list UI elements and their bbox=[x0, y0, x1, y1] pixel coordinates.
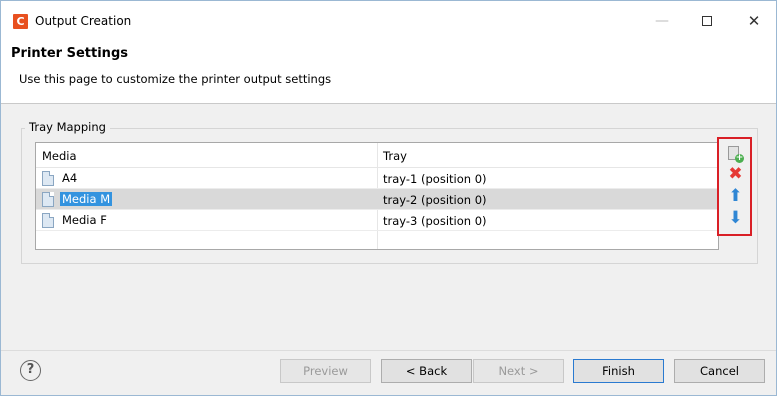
column-header-tray[interactable]: Tray bbox=[383, 149, 407, 163]
title-bar: C Output Creation — ✕ bbox=[1, 1, 776, 41]
minimize-button[interactable]: — bbox=[647, 11, 677, 31]
media-cell: Media M bbox=[60, 192, 113, 206]
maximize-icon bbox=[702, 16, 712, 26]
media-file-icon bbox=[42, 213, 54, 228]
tray-cell: tray-1 (position 0) bbox=[383, 172, 487, 186]
close-button[interactable]: ✕ bbox=[739, 11, 769, 31]
maximize-button[interactable] bbox=[692, 11, 722, 31]
table-row-selected[interactable]: Media M tray-2 (position 0) bbox=[36, 189, 718, 210]
wizard-footer: ? Preview < Back Next > Finish Cancel bbox=[1, 350, 776, 395]
tray-mapping-label: Tray Mapping bbox=[25, 120, 110, 134]
media-cell: A4 bbox=[62, 171, 78, 185]
cancel-button[interactable]: Cancel bbox=[674, 359, 765, 383]
tray-mapping-table[interactable]: Media Tray A4 tray-1 (position 0) Media … bbox=[35, 142, 719, 250]
tray-cell: tray-2 (position 0) bbox=[383, 193, 487, 207]
preview-button[interactable]: Preview bbox=[280, 359, 371, 383]
delete-mapping-button[interactable]: ✖ bbox=[727, 166, 744, 183]
page-description: Use this page to customize the printer o… bbox=[19, 72, 332, 86]
output-creation-dialog: C Output Creation — ✕ Printer Settings U… bbox=[0, 0, 777, 396]
plus-icon: + bbox=[735, 153, 744, 163]
wizard-header: Printer Settings Use this page to custom… bbox=[1, 41, 776, 104]
tray-cell: tray-3 (position 0) bbox=[383, 214, 487, 228]
help-icon[interactable]: ? bbox=[20, 360, 41, 381]
move-up-button[interactable]: ⬆ bbox=[727, 188, 744, 205]
app-logo-icon: C bbox=[13, 14, 28, 29]
media-file-icon bbox=[42, 192, 54, 207]
back-button[interactable]: < Back bbox=[381, 359, 472, 383]
column-header-media[interactable]: Media bbox=[42, 149, 77, 163]
window-title: Output Creation bbox=[35, 14, 132, 28]
finish-button[interactable]: Finish bbox=[573, 359, 664, 383]
move-down-button[interactable]: ⬇ bbox=[727, 210, 744, 227]
add-mapping-button[interactable]: + bbox=[727, 146, 744, 163]
table-row[interactable]: A4 tray-1 (position 0) bbox=[36, 168, 718, 189]
next-button[interactable]: Next > bbox=[473, 359, 564, 383]
table-row[interactable]: Media F tray-3 (position 0) bbox=[36, 210, 718, 231]
page-title: Printer Settings bbox=[11, 46, 128, 61]
wizard-content: Tray Mapping Media Tray A4 tray-1 (posit… bbox=[1, 105, 776, 350]
media-cell: Media F bbox=[62, 213, 107, 227]
tray-actions-highlight: + ✖ ⬆ ⬇ bbox=[717, 137, 752, 236]
media-file-icon bbox=[42, 171, 54, 186]
